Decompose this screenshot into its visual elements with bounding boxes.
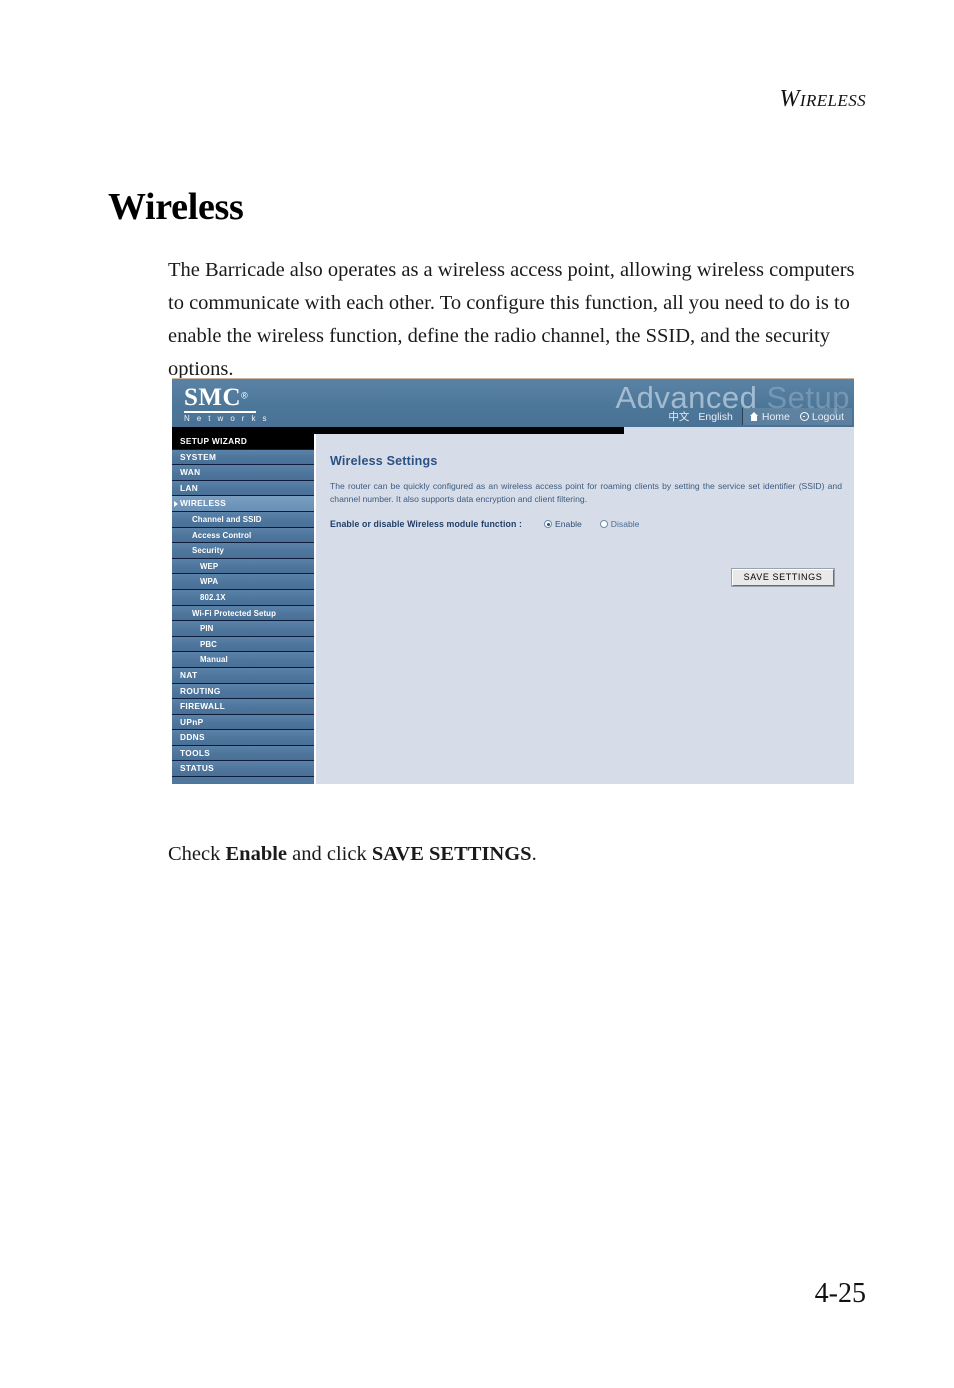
running-head-initial: W [779, 86, 800, 112]
logout-label: Logout [811, 410, 844, 423]
banner-nav: 中文 English Home Logout [668, 408, 852, 425]
sidebar-item-label: NAT [180, 669, 198, 680]
page-title: Wireless [108, 186, 244, 229]
radio-enable[interactable]: Enable [544, 519, 582, 529]
sidebar-item-firewall[interactable]: FIREWALL [172, 699, 314, 715]
intro-paragraph: The Barricade also operates as a wireles… [168, 258, 855, 380]
sidebar-item-status[interactable]: STATUS [172, 761, 314, 778]
router-ui-screenshot: Advanced Setup SMC® N e t w o r k s 中文 E… [172, 378, 854, 784]
sidebar-item-access-control[interactable]: Access Control [172, 527, 314, 544]
lang-english-link[interactable]: English [698, 411, 732, 423]
sidebar-item-nat[interactable]: NAT [172, 667, 314, 684]
registered-trademark-icon: ® [241, 390, 248, 401]
logo-underline [184, 411, 256, 413]
logout-link[interactable]: Logout [799, 410, 844, 423]
radio-disable[interactable]: Disable [599, 519, 640, 529]
sidebar-item-label: Manual [200, 655, 228, 665]
sidebar-item-label: PIN [200, 624, 214, 634]
sidebar-item-label: FIREWALL [180, 701, 226, 712]
sidebar-item-security[interactable]: Security [172, 543, 314, 559]
sidebar-item-label: WEP [200, 561, 219, 571]
sidebar-item-label: DDNS [180, 732, 205, 743]
banner-black-strip [172, 427, 624, 434]
language-switcher: 中文 English [668, 409, 741, 424]
sidebar-item-label: SYSTEM [180, 451, 217, 462]
smc-logo-word: SMC [184, 384, 242, 411]
running-head-rest: IRELESS [799, 91, 866, 110]
caption-bold-save: SAVE SETTINGS [371, 842, 532, 865]
sidebar-item-label: UPnP [180, 716, 204, 727]
sidebar-item-channel-and-ssid[interactable]: Channel and SSID [172, 511, 314, 528]
radio-enable-label: Enable [555, 519, 582, 529]
radio-disable-dot [599, 520, 608, 528]
sidebar-item-label: WAN [180, 467, 201, 478]
sidebar-item-routing[interactable]: ROUTING [172, 683, 314, 700]
sidebar-item-system[interactable]: SYSTEM [172, 449, 314, 466]
home-label: Home [761, 410, 790, 423]
sidebar-item-802-1x[interactable]: 802.1X [172, 589, 314, 606]
wireless-module-radio-group: Enable Disable [544, 519, 639, 529]
sidebar-item-label: Access Control [192, 530, 252, 540]
caption-part-3: . [531, 842, 537, 865]
wireless-module-row: Enable or disable Wireless module functi… [330, 519, 639, 529]
content-description: The router can be quickly configured as … [330, 481, 842, 504]
content-heading: Wireless Settings [330, 454, 438, 468]
ui-banner: Advanced Setup SMC® N e t w o r k s 中文 E… [172, 379, 854, 427]
caption-part-1: Check [168, 842, 226, 865]
sidebar-item-label: ROUTING [180, 685, 221, 696]
radio-enable-dot [544, 520, 553, 528]
sidebar-item-pbc[interactable]: PBC [172, 636, 314, 653]
sidebar-item-upnp[interactable]: UPnP [172, 714, 314, 731]
sidebar-item-label: STATUS [180, 763, 215, 774]
sidebar-item-label: Wi-Fi Protected Setup [192, 608, 277, 618]
nav-actions: Home Logout [741, 408, 852, 425]
sidebar-item-tools[interactable]: TOOLS [172, 745, 314, 762]
sidebar-item-label: LAN [180, 482, 199, 493]
radio-disable-label: Disable [610, 519, 640, 529]
smc-logo: SMC® N e t w o r k s [184, 385, 269, 423]
lang-chinese-link[interactable]: 中文 [668, 409, 689, 424]
sidebar-item-setup-wizard[interactable]: SETUP WIZARD [172, 434, 314, 450]
sidebar-item-lan[interactable]: LAN [172, 480, 314, 497]
sidebar-item-wpa[interactable]: WPA [172, 574, 314, 590]
content-panel: Wireless Settings The router can be quic… [318, 434, 854, 784]
home-icon [749, 412, 759, 421]
smc-logo-subtitle: N e t w o r k s [184, 414, 269, 423]
sidebar-item-label: TOOLS [180, 747, 211, 758]
sidebar-menu: SETUP WIZARD SYSTEM WAN LAN WIRELESS Channel … [172, 434, 316, 784]
wireless-module-label: Enable or disable Wireless module functi… [330, 519, 523, 529]
figure-caption: Check Enable and click SAVE SETTINGS. [168, 839, 537, 869]
sidebar-item-label: SETUP WIZARD [180, 436, 248, 446]
sidebar-item-label: WPA [200, 577, 219, 587]
sidebar-item-ddns[interactable]: DDNS [172, 730, 314, 746]
home-link[interactable]: Home [749, 410, 790, 423]
sidebar-item-wireless[interactable]: WIRELESS [172, 496, 314, 512]
sidebar-item-wep[interactable]: WEP [172, 558, 314, 575]
sidebar-item-label: Security [192, 546, 224, 556]
sidebar-item-label: WIRELESS [180, 498, 227, 509]
save-settings-button[interactable]: SAVE SETTINGS [732, 569, 834, 586]
sidebar-item-pin[interactable]: PIN [172, 621, 314, 637]
caption-bold-enable: Enable [225, 842, 288, 865]
sidebar-active-arrow-icon [174, 501, 178, 508]
running-head: WIRELESS [780, 86, 866, 113]
page-number: 4-25 [814, 1278, 866, 1309]
sidebar-item-label: PBC [200, 639, 217, 649]
logout-icon [799, 412, 809, 421]
sidebar-item-wi-fi-protected-setup[interactable]: Wi-Fi Protected Setup [172, 605, 314, 622]
sidebar-item-wan[interactable]: WAN [172, 465, 314, 481]
caption-part-2: and click [287, 842, 372, 865]
sidebar-item-manual[interactable]: Manual [172, 652, 314, 668]
sidebar-item-label: 802.1X [200, 592, 226, 602]
sidebar-item-label: Channel and SSID [192, 514, 262, 524]
